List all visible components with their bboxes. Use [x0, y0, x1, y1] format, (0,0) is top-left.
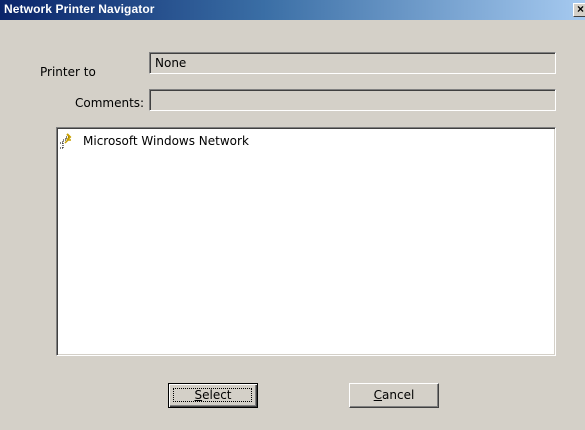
select-button-label: Select [194, 388, 231, 402]
network-printer-navigator-dialog: Network Printer Navigator × Printer to N… [0, 0, 585, 430]
printer-to-field: None [149, 52, 556, 74]
title-bar[interactable]: Network Printer Navigator × [0, 0, 585, 20]
cancel-button[interactable]: Cancel [349, 383, 439, 408]
network-tree[interactable]: Microsoft Windows Network [56, 127, 556, 356]
comments-field[interactable] [149, 89, 556, 111]
network-icon [59, 132, 81, 150]
comments-label: Comments: [75, 96, 145, 110]
cancel-button-label: Cancel [374, 388, 415, 402]
tree-item-label: Microsoft Windows Network [83, 134, 249, 148]
window-title: Network Printer Navigator [4, 2, 155, 16]
select-label-rest: elect [202, 388, 232, 402]
select-button[interactable]: Select [168, 383, 258, 408]
tree-item-microsoft-windows-network[interactable]: Microsoft Windows Network [59, 132, 249, 150]
close-button[interactable]: × [573, 3, 585, 17]
close-icon: × [577, 2, 585, 16]
cancel-mnemonic: C [373, 388, 383, 402]
printer-to-label: Printer to [40, 65, 96, 79]
cancel-label-rest: ancel [382, 388, 415, 402]
select-mnemonic: S [194, 388, 203, 402]
